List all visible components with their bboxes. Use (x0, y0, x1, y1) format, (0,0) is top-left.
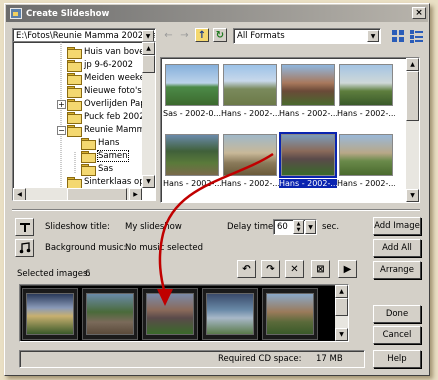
create-slideshow-window: Create Slideshow × E:\Fotos\Reunie Mamma… (4, 3, 430, 376)
drag-arrow (157, 152, 274, 306)
